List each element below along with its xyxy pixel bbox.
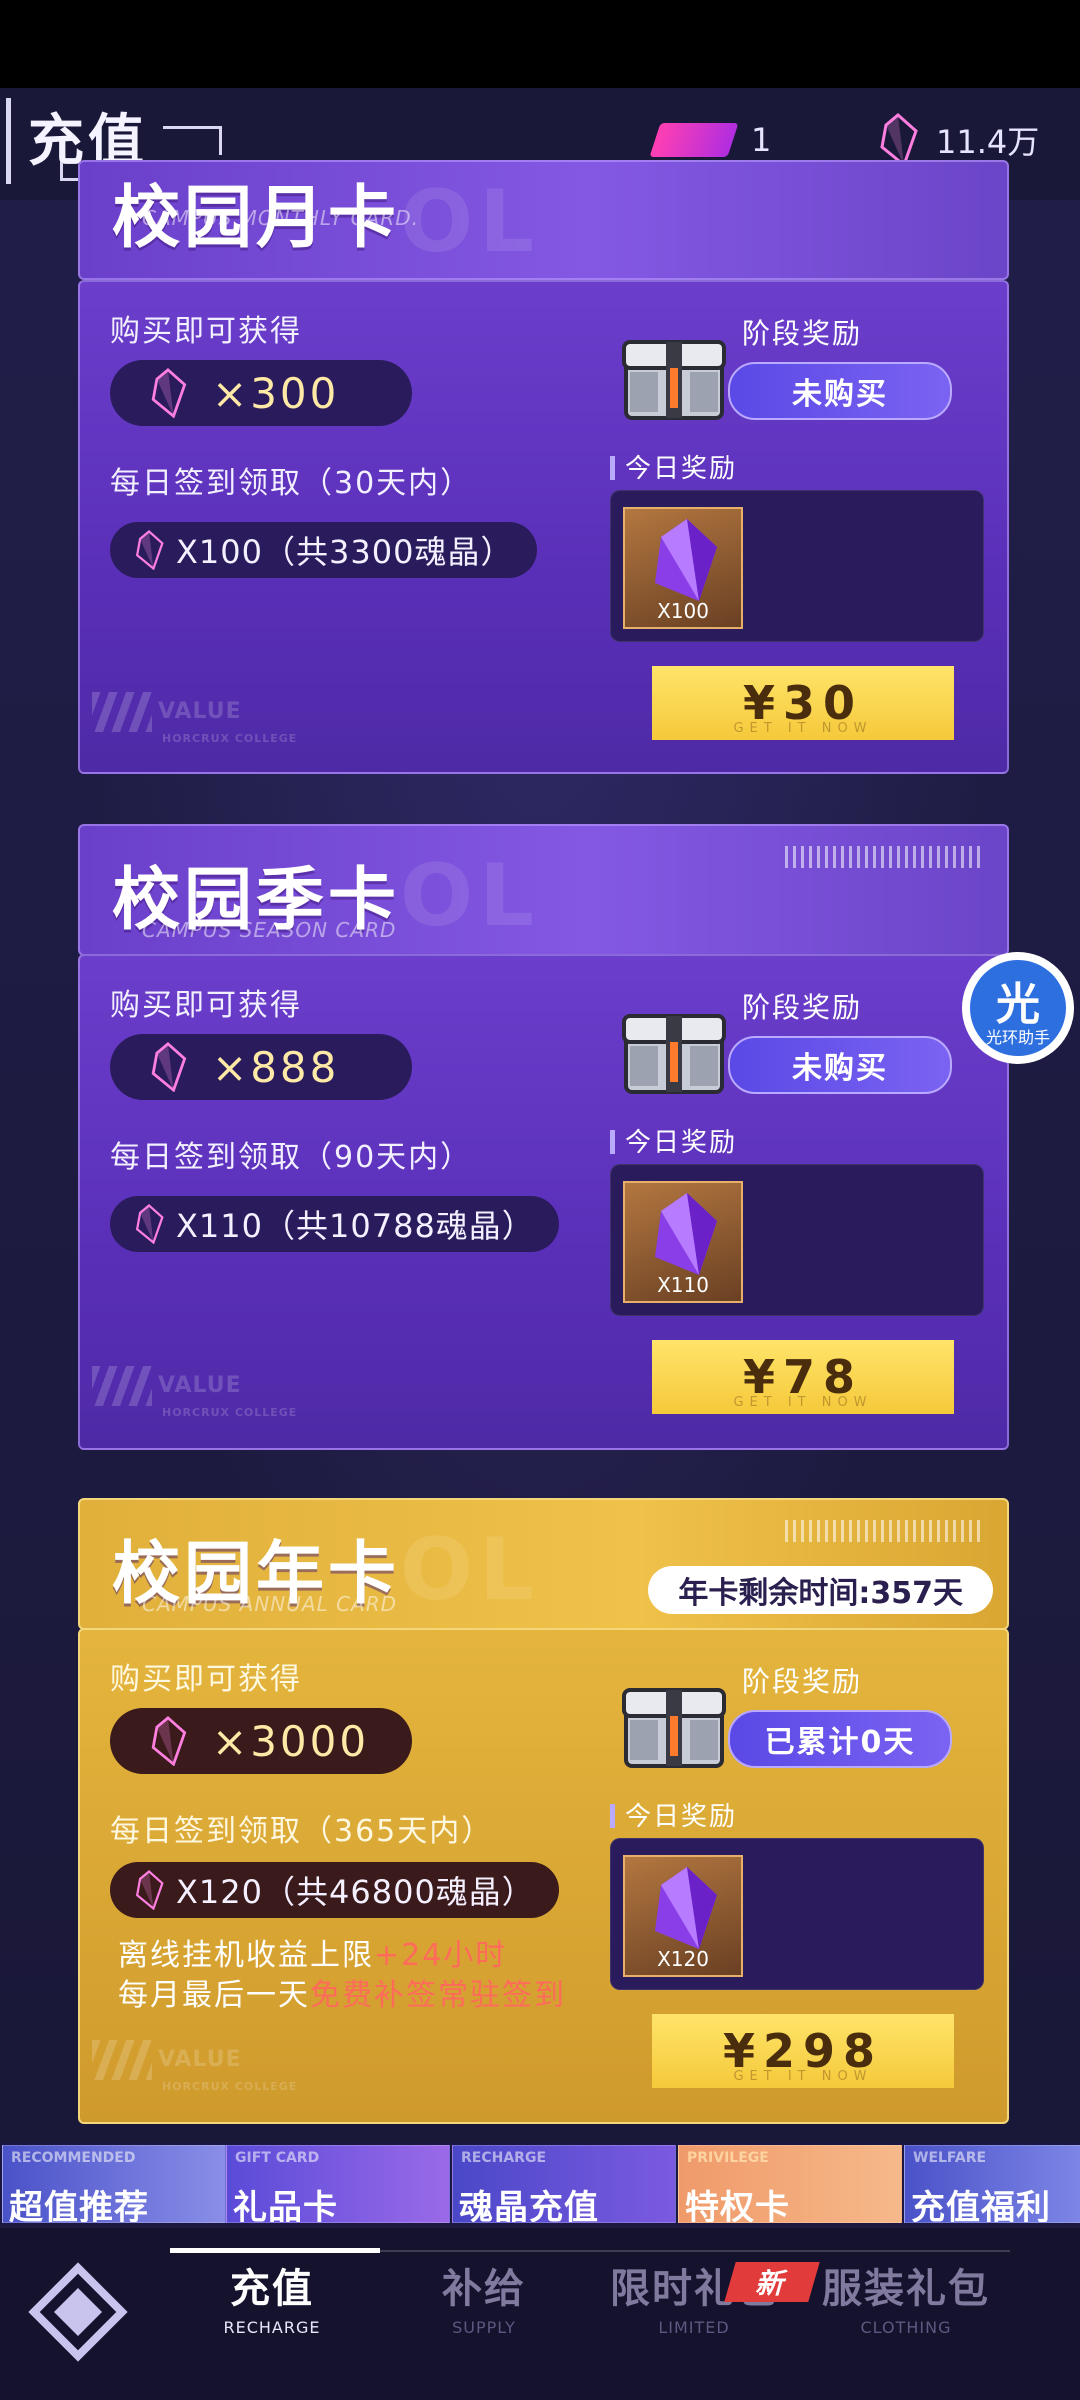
header-stripes bbox=[785, 1520, 985, 1542]
crystal-icon bbox=[647, 1191, 719, 1277]
get-it-now-text: GET IT NOW bbox=[733, 2069, 873, 2084]
monthly-card: 校园月卡 OL CAMPUS MONTHLY CARD. 购买即可获得 ×300… bbox=[78, 160, 1009, 774]
category-privilege[interactable]: PRIVILEGE 特权卡 bbox=[678, 2145, 902, 2223]
buy-qty: ×300 bbox=[212, 368, 340, 418]
crystal-count: 11.4万 bbox=[936, 123, 1040, 161]
buy-label: 购买即可获得 bbox=[110, 314, 302, 349]
crystal-icon bbox=[148, 1042, 188, 1092]
tab-recharge[interactable]: 充值 RECHARGE bbox=[172, 2256, 372, 2337]
tile-qty: X110 bbox=[657, 1273, 709, 1297]
card-body: 购买即可获得 ×888 每日签到领取（90天内） X110（共10788魂晶） … bbox=[78, 954, 1009, 1450]
card-subtitle: CAMPUS MONTHLY CARD. bbox=[142, 206, 419, 230]
card-subtitle: CAMPUS ANNUAL CARD bbox=[142, 1592, 398, 1616]
daily-reward-pill: X100（共3300魂晶） bbox=[110, 522, 538, 578]
today-reward-box: X110 bbox=[610, 1164, 984, 1316]
nav-track bbox=[380, 2250, 1010, 2252]
get-it-now-text: GET IT NOW bbox=[733, 1395, 873, 1410]
value-mark: VALUE HORCRUX COLLEGE bbox=[92, 2040, 297, 2093]
card-watermark: OL bbox=[400, 1520, 540, 1620]
extra-benefit-1: 离线挂机收益上限+24小时 bbox=[118, 1938, 508, 1973]
daily-qty: X120（共46800魂晶） bbox=[176, 1873, 535, 1911]
category-recharge[interactable]: RECHARGE 魂晶充值 bbox=[452, 2145, 676, 2223]
header-stripes bbox=[785, 846, 985, 868]
header-accent-bar bbox=[6, 98, 11, 184]
chest-icon bbox=[620, 1676, 728, 1772]
stage-reward-label: 阶段奖励 bbox=[742, 991, 863, 1024]
card-watermark: OL bbox=[400, 172, 540, 272]
reward-item-tile[interactable]: X110 bbox=[623, 1181, 743, 1303]
crystal-icon bbox=[134, 1204, 164, 1244]
value-mark: VALUE HORCRUX COLLEGE bbox=[92, 692, 297, 745]
stage-reward-button[interactable]: 未购买 bbox=[728, 362, 952, 420]
nav-active-indicator bbox=[170, 2248, 380, 2253]
tab-clothing[interactable]: 服装礼包 CLOTHING bbox=[806, 2256, 1006, 2337]
card-subtitle: CAMPUS SEASON CARD bbox=[142, 918, 397, 942]
season-card: OL 校园季卡 CAMPUS SEASON CARD 购买即可获得 ×888 每… bbox=[78, 824, 1009, 1450]
buy-qty: ×3000 bbox=[212, 1716, 370, 1766]
stage-reward-button[interactable]: 已累计0天 bbox=[728, 1710, 952, 1768]
annual-card: OL 校园年卡 CAMPUS ANNUAL CARD 年卡剩余时间:357天 购… bbox=[78, 1498, 1009, 2124]
buy-reward-pill: ×3000 bbox=[110, 1708, 412, 1774]
buy-reward-pill: ×300 bbox=[110, 360, 412, 426]
today-reward-box: X120 bbox=[610, 1838, 984, 1990]
daily-qty: X110（共10788魂晶） bbox=[176, 1207, 535, 1245]
stage-reward-button[interactable]: 未购买 bbox=[728, 1036, 952, 1094]
buy-label: 购买即可获得 bbox=[110, 1662, 302, 1697]
card-watermark: OL bbox=[400, 846, 540, 946]
card-header: OL 校园年卡 CAMPUS ANNUAL CARD 年卡剩余时间:357天 bbox=[78, 1498, 1009, 1630]
tab-supply[interactable]: 补给 SUPPLY bbox=[384, 2256, 584, 2337]
crystal-icon bbox=[148, 368, 188, 418]
today-reward-box: X100 bbox=[610, 490, 984, 642]
reward-item-tile[interactable]: X100 bbox=[623, 507, 743, 629]
card-header: OL 校园季卡 CAMPUS SEASON CARD bbox=[78, 824, 1009, 956]
app-logo-icon[interactable] bbox=[28, 2262, 128, 2362]
category-gift-card[interactable]: GIFT CARD 礼品卡 bbox=[226, 2145, 450, 2223]
today-reward-label: 今日奖励 bbox=[610, 448, 737, 485]
buy-reward-pill: ×888 bbox=[110, 1034, 412, 1100]
helper-float-button[interactable]: 光 光环助手 bbox=[962, 952, 1074, 1064]
chest-icon bbox=[620, 1002, 728, 1098]
get-it-now-text: GET IT NOW bbox=[733, 721, 873, 736]
daily-qty: X100（共3300魂晶） bbox=[176, 533, 514, 571]
stage-reward-label: 阶段奖励 bbox=[742, 1665, 863, 1698]
buy-button[interactable]: ¥30 GET IT NOW bbox=[652, 666, 954, 740]
crystal-icon bbox=[878, 113, 918, 167]
card-header: 校园月卡 OL CAMPUS MONTHLY CARD. bbox=[78, 160, 1009, 280]
card-body: 购买即可获得 ×3000 每日签到领取（365天内） X120（共46800魂晶… bbox=[78, 1628, 1009, 2124]
value-mark: VALUE HORCRUX COLLEGE bbox=[92, 1366, 297, 1419]
today-reward-label: 今日奖励 bbox=[610, 1796, 737, 1833]
stage-reward-label: 阶段奖励 bbox=[742, 317, 863, 350]
ticket-count: 1 bbox=[751, 121, 772, 159]
crystal-icon bbox=[148, 1716, 188, 1766]
category-recommended[interactable]: RECOMMENDED 超值推荐 bbox=[2, 2145, 226, 2223]
buy-qty: ×888 bbox=[212, 1042, 340, 1092]
tile-qty: X100 bbox=[657, 599, 709, 623]
crystal-icon bbox=[134, 1870, 164, 1910]
helper-icon: 光 光环助手 bbox=[970, 960, 1066, 1056]
crystal-icon bbox=[134, 530, 164, 570]
today-reward-label: 今日奖励 bbox=[610, 1122, 737, 1159]
tile-qty: X120 bbox=[657, 1947, 709, 1971]
buy-button[interactable]: ¥298 GET IT NOW bbox=[652, 2014, 954, 2088]
daily-reward-pill: X110（共10788魂晶） bbox=[110, 1196, 559, 1252]
status-bar bbox=[0, 0, 1080, 88]
card-body: 购买即可获得 ×300 每日签到领取（30天内） X100（共3300魂晶） 阶… bbox=[78, 280, 1009, 774]
buy-label: 购买即可获得 bbox=[110, 988, 302, 1023]
reward-item-tile[interactable]: X120 bbox=[623, 1855, 743, 1977]
category-welfare[interactable]: WELFARE 充值福利 bbox=[904, 2145, 1080, 2223]
chest-icon bbox=[620, 328, 728, 424]
remaining-time-badge: 年卡剩余时间:357天 bbox=[648, 1566, 993, 1614]
ticket-icon bbox=[649, 123, 739, 157]
buy-button[interactable]: ¥78 GET IT NOW bbox=[652, 1340, 954, 1414]
daily-reward-pill: X120（共46800魂晶） bbox=[110, 1862, 559, 1918]
daily-label: 每日签到领取（90天内） bbox=[110, 1140, 473, 1175]
crystal-icon bbox=[647, 517, 719, 603]
daily-label: 每日签到领取（365天内） bbox=[110, 1814, 494, 1849]
crystal-icon bbox=[647, 1865, 719, 1951]
extra-benefit-2: 每月最后一天免费补签常驻签到 bbox=[118, 1978, 566, 2013]
header-corner-deco bbox=[163, 126, 222, 155]
daily-label: 每日签到领取（30天内） bbox=[110, 466, 473, 501]
